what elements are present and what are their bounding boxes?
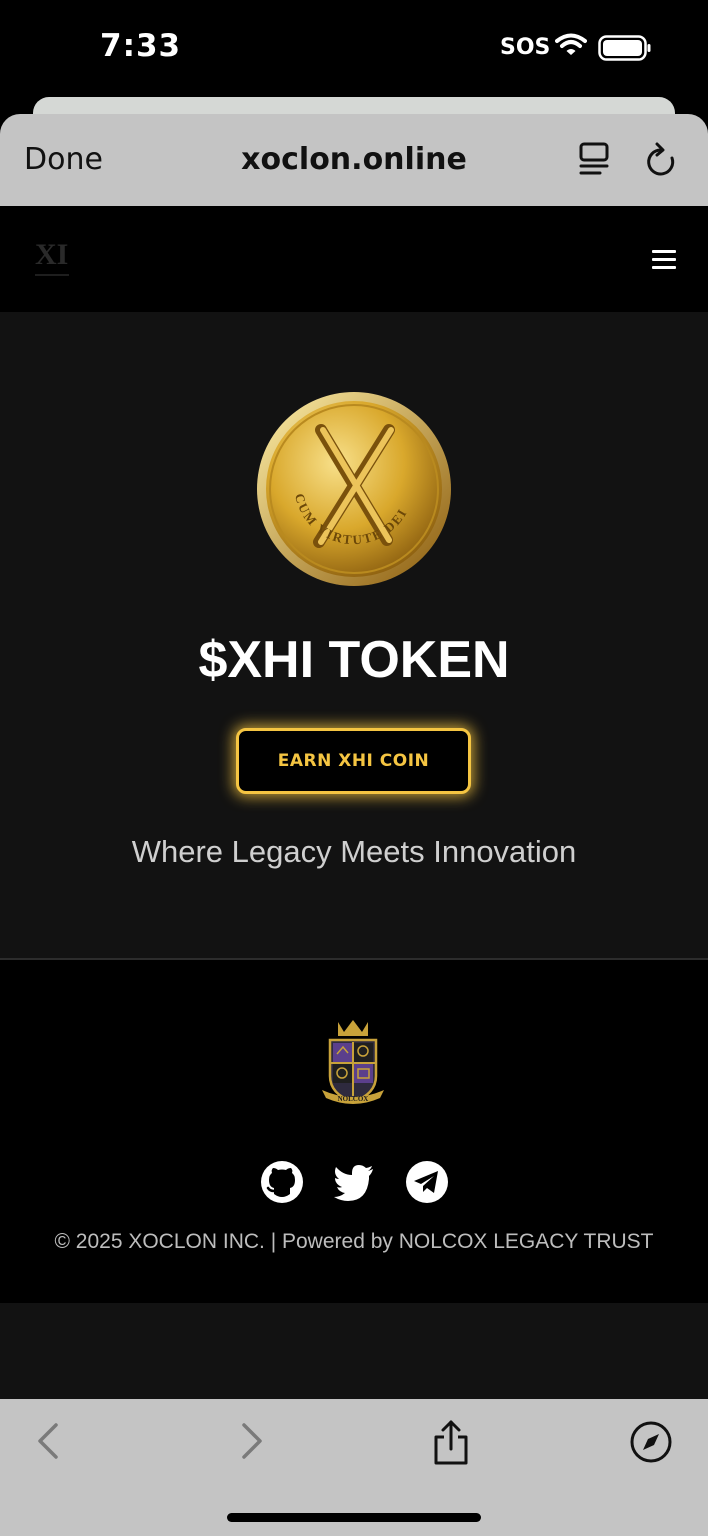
site-footer: NOLCOX © 2025 XOCLON INC. | Powered by N… (0, 960, 708, 1303)
logo-underline (35, 274, 69, 276)
reader-view-icon[interactable] (578, 142, 610, 178)
share-icon[interactable] (431, 1419, 471, 1467)
site-logo[interactable]: XI (35, 238, 68, 272)
status-bar: 7:33 SOS (0, 0, 708, 96)
reload-icon[interactable] (645, 142, 677, 178)
page-bottom-space (0, 1303, 708, 1400)
nolcox-crest-logo: NOLCOX (322, 1020, 384, 1104)
status-carrier: SOS (500, 35, 551, 60)
site-nav: XI (0, 206, 708, 312)
social-links (260, 1160, 450, 1206)
hero-tagline: Where Legacy Meets Innovation (131, 834, 577, 869)
battery-icon (598, 35, 651, 61)
xhi-coin-image: CUM VIRTUTE DEI (257, 392, 451, 586)
forward-icon[interactable] (234, 1419, 270, 1463)
status-time: 7:33 (100, 28, 182, 64)
hero-section: CUM VIRTUTE DEI $XHI TOKEN EARN XHI COIN… (0, 312, 708, 958)
crest-label: NOLCOX (338, 1095, 369, 1103)
hero-title: $XHI TOKEN (198, 631, 510, 689)
github-icon[interactable] (260, 1160, 304, 1204)
browser-header: Done xoclon.online (0, 114, 708, 206)
copyright-text: © 2025 XOCLON INC. | Powered by NOLCOX L… (54, 1230, 654, 1253)
earn-xhi-coin-button[interactable]: EARN XHI COIN (236, 728, 471, 794)
wifi-icon (555, 33, 587, 55)
home-indicator (227, 1513, 481, 1522)
back-icon[interactable] (30, 1419, 66, 1463)
menu-icon[interactable] (652, 250, 676, 270)
telegram-icon[interactable] (405, 1160, 449, 1204)
compass-icon[interactable] (629, 1419, 673, 1465)
twitter-icon[interactable] (332, 1160, 376, 1204)
